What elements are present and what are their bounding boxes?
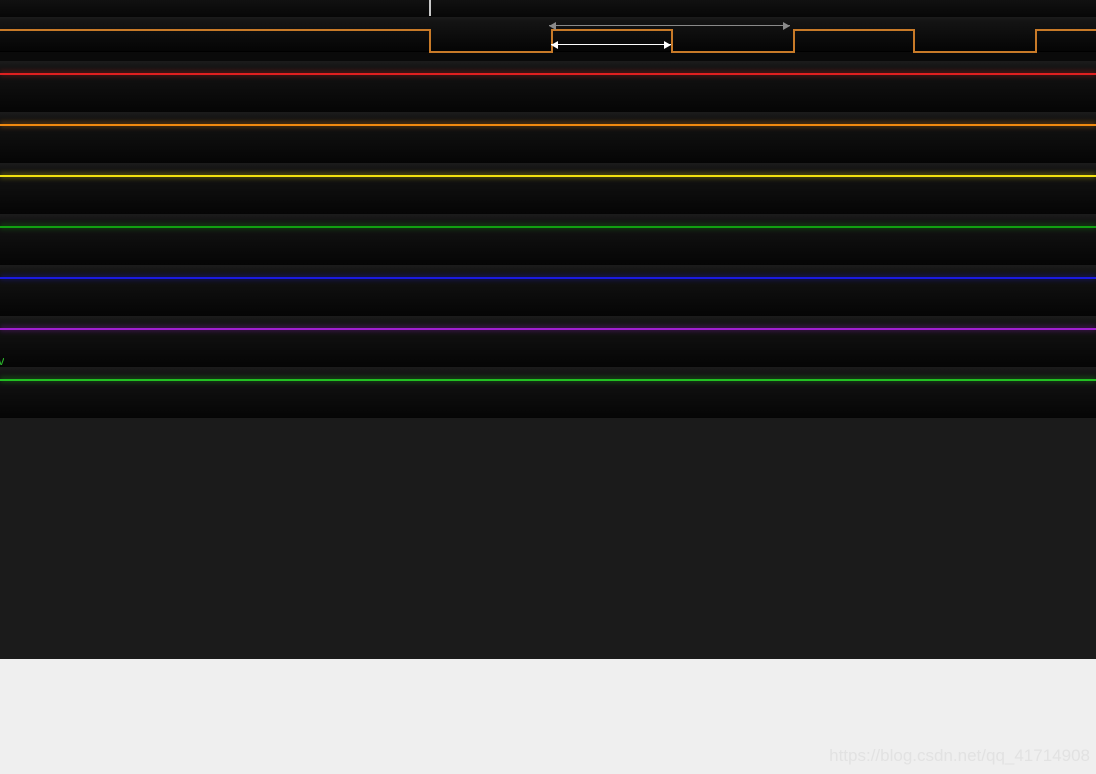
channel-0-square-wave-edge <box>913 29 915 53</box>
channel-0-square-wave-edge <box>429 29 431 53</box>
clipped-channel-label: v <box>0 354 4 367</box>
channel-2-lane[interactable] <box>0 112 1096 163</box>
width-arrow-head-left <box>551 40 558 49</box>
channel-0-square-wave-segment <box>551 29 671 31</box>
watermark-text: https://blog.csdn.net/qq_41714908 <box>829 746 1090 765</box>
channel-0-square-wave-segment <box>793 29 913 31</box>
channel-7-lane[interactable] <box>0 367 1096 418</box>
timeline-strip[interactable] <box>0 0 1096 17</box>
width-arrow-head-right <box>664 40 671 49</box>
channel-0-lane[interactable] <box>0 17 1096 51</box>
channel-0-square-wave-edge <box>671 29 673 53</box>
channel-3-lane[interactable] <box>0 163 1096 214</box>
period-arrow <box>549 25 790 26</box>
channel-6-lane[interactable] <box>0 316 1096 367</box>
analyzer-empty-area <box>0 418 1096 659</box>
period-arrow-head-left <box>549 21 556 30</box>
channel-0-square-wave-edge <box>793 29 795 53</box>
channel-5-lane[interactable] <box>0 265 1096 316</box>
channel-4-lane[interactable] <box>0 214 1096 265</box>
channel-0-square-wave-segment <box>913 51 1035 53</box>
logic-analyzer-window: v OnceCapture Man Manufactured only in t… <box>0 0 1096 774</box>
channel-0-square-wave-segment <box>671 51 793 53</box>
channel-0-square-wave-segment <box>1035 29 1096 31</box>
channel-5-trace <box>0 277 1096 279</box>
channel-6-trace <box>0 328 1096 330</box>
channel-0-square-wave-segment <box>429 51 551 53</box>
channel-0-square-wave-segment <box>0 29 429 31</box>
channel-0-square-wave-edge <box>1035 29 1037 53</box>
channel-3-trace <box>0 175 1096 177</box>
width-arrow <box>551 44 671 45</box>
period-arrow-head-right <box>783 21 790 30</box>
channel-1-lane[interactable] <box>0 61 1096 112</box>
trigger-cursor[interactable] <box>429 0 431 16</box>
channel-4-trace <box>0 226 1096 228</box>
channel-1-trace <box>0 73 1096 75</box>
channel-2-trace <box>0 124 1096 126</box>
channel-7-trace <box>0 379 1096 381</box>
waveform-canvas[interactable]: v <box>0 0 1096 659</box>
bottom-toolbar: OnceCapture Man Manufactured only in the… <box>0 659 1096 774</box>
